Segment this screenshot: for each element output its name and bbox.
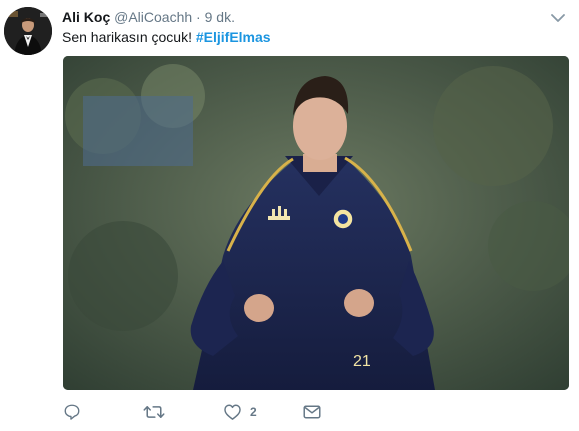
tweet-timestamp[interactable]: 9 dk. bbox=[205, 9, 235, 25]
retweet-icon bbox=[143, 405, 165, 419]
direct-message-button[interactable] bbox=[303, 400, 321, 424]
tweet-card[interactable]: Ali Koç @AliCoachh · 9 dk. Sen harikasın… bbox=[0, 0, 579, 431]
hashtag-link[interactable]: #EljifElmas bbox=[196, 29, 271, 45]
svg-text:21: 21 bbox=[353, 353, 371, 370]
envelope-icon bbox=[303, 405, 321, 419]
tweet-photo[interactable]: 21 bbox=[63, 56, 569, 390]
avatar[interactable] bbox=[4, 7, 52, 55]
chevron-down-icon[interactable] bbox=[551, 10, 565, 22]
retweet-button[interactable] bbox=[143, 400, 165, 424]
tweet-body: Sen harikasın çocuk! bbox=[62, 29, 192, 45]
separator-dot: · bbox=[196, 9, 201, 25]
tweet-actions: 2 bbox=[63, 400, 569, 424]
reply-button[interactable] bbox=[63, 400, 81, 424]
author-name[interactable]: Ali Koç bbox=[62, 9, 110, 25]
reply-icon bbox=[64, 404, 80, 420]
like-button[interactable]: 2 bbox=[223, 400, 257, 424]
tweet-header: Ali Koç @AliCoachh · 9 dk. bbox=[62, 8, 235, 26]
heart-icon bbox=[224, 404, 241, 420]
tweet-text: Sen harikasın çocuk! #EljifElmas bbox=[62, 28, 271, 46]
author-handle[interactable]: @AliCoachh bbox=[114, 9, 192, 25]
like-count: 2 bbox=[250, 405, 257, 419]
